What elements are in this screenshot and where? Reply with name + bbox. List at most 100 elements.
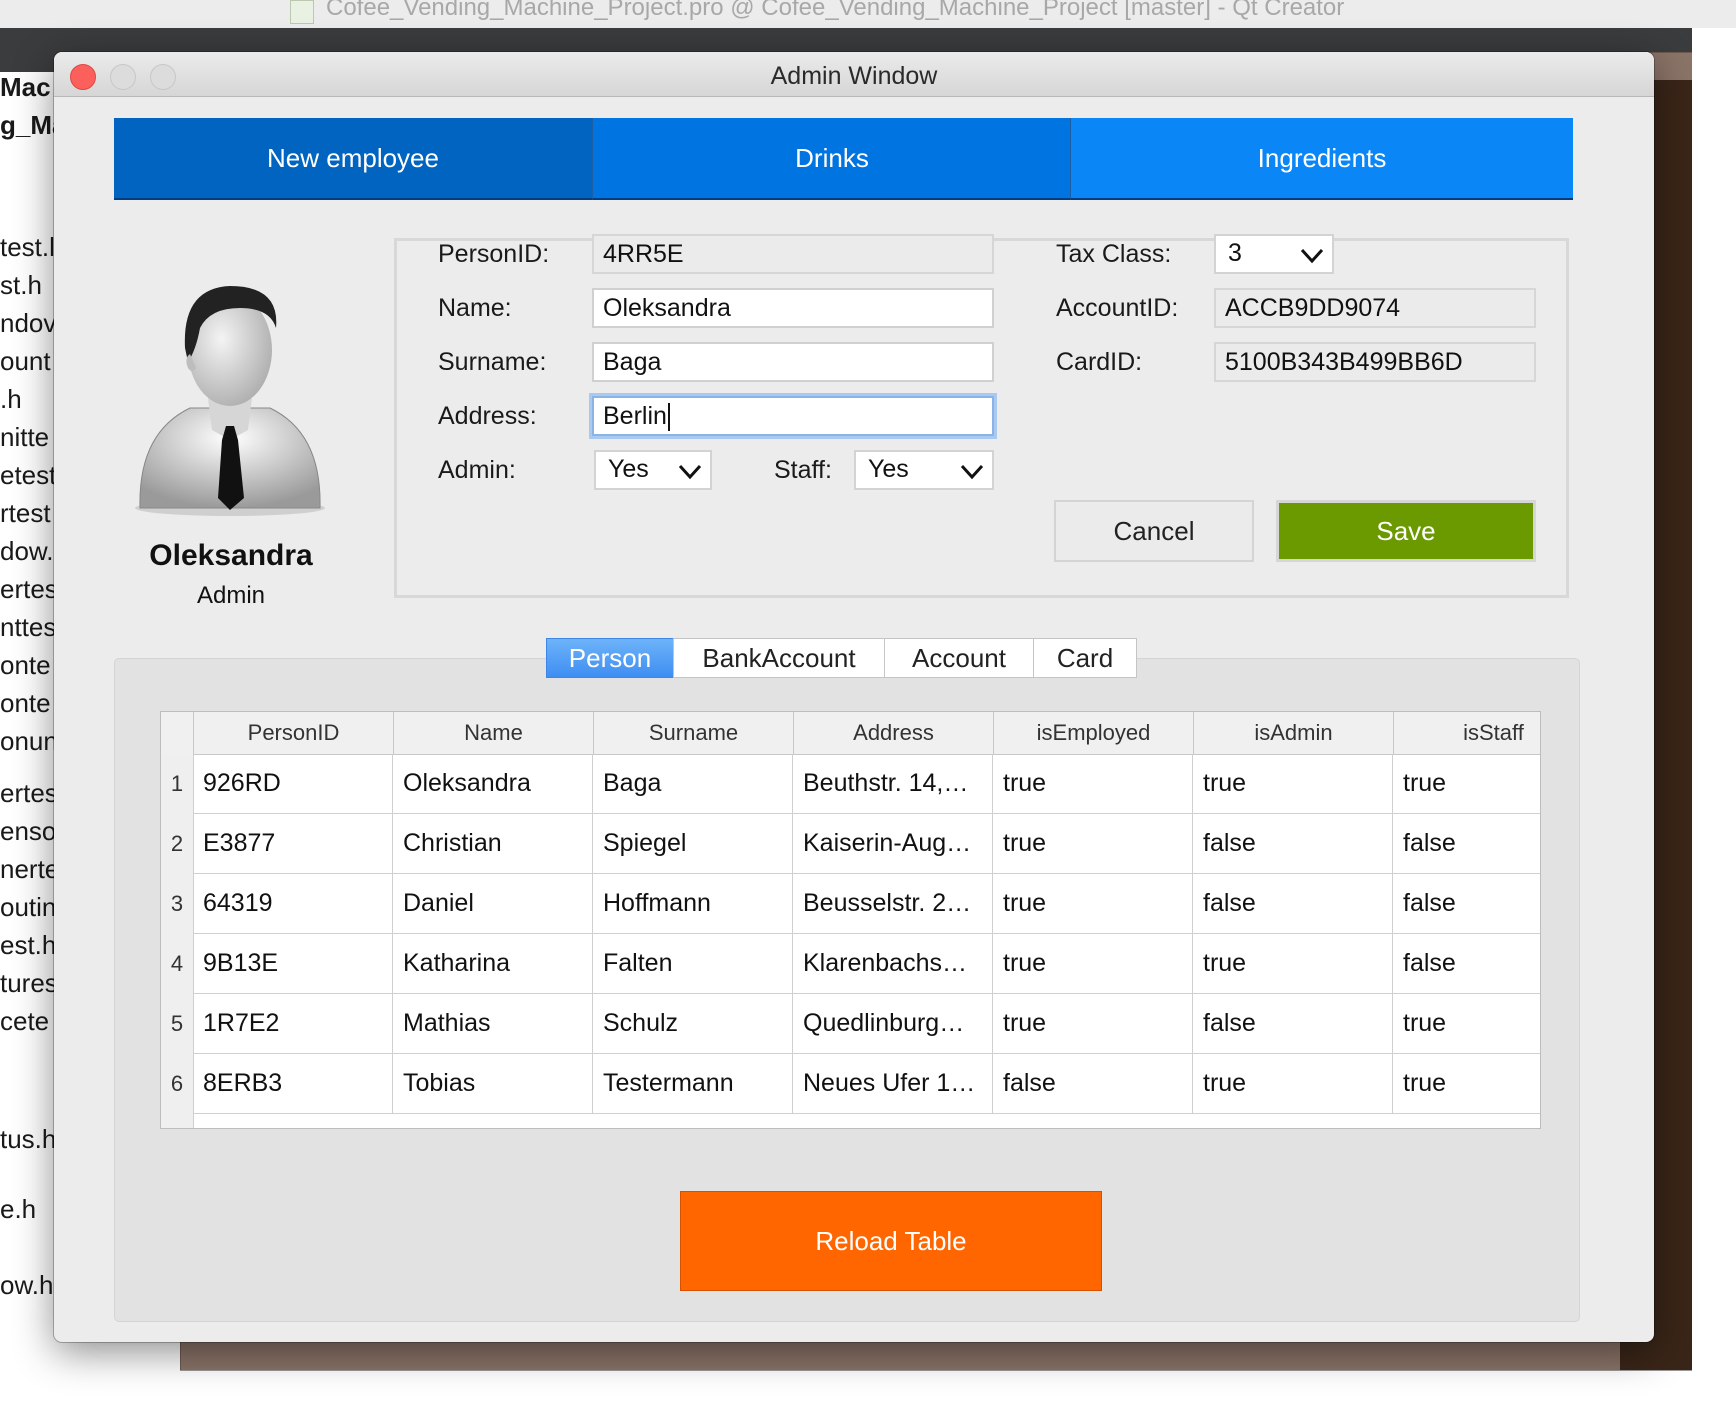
project-file-item[interactable]: est.h: [0, 930, 54, 961]
project-file-item[interactable]: cete: [0, 1006, 49, 1037]
project-file-item[interactable]: onun: [0, 726, 54, 757]
cell-surname[interactable]: Hoffmann: [593, 874, 793, 933]
cell-address[interactable]: Neues Ufer 1…: [793, 1054, 993, 1113]
nav-drinks-button[interactable]: Drinks: [592, 118, 1071, 200]
cell-is-employed[interactable]: true: [993, 994, 1193, 1053]
column-header-is-admin[interactable]: isAdmin: [1193, 712, 1393, 754]
cell-is-admin[interactable]: true: [1193, 754, 1393, 813]
project-file-item[interactable]: nttes: [0, 612, 54, 643]
project-file-item[interactable]: g_Ma: [0, 110, 54, 141]
project-file-item[interactable]: tus.h: [0, 1124, 54, 1155]
row-number[interactable]: 1: [161, 754, 193, 814]
cell-is-staff[interactable]: true: [1393, 994, 1540, 1053]
project-file-item[interactable]: onte: [0, 650, 51, 681]
cell-address[interactable]: Quedlinburg…: [793, 994, 993, 1053]
nav-new-employee-button[interactable]: New employee: [114, 118, 592, 200]
row-number[interactable]: 2: [161, 814, 193, 874]
project-file-item[interactable]: tures: [0, 968, 54, 999]
tax-class-select[interactable]: 3: [1214, 234, 1334, 274]
cell-person-id[interactable]: 926RD: [193, 754, 393, 813]
project-file-item[interactable]: dow.: [0, 536, 54, 567]
cell-address[interactable]: Beusselstr. 2…: [793, 874, 993, 933]
table-row[interactable]: 9B13E Katharina Falten Klarenbachs… true true…: [193, 934, 1540, 994]
cell-is-admin[interactable]: false: [1193, 874, 1393, 933]
project-file-item[interactable]: ount: [0, 346, 51, 377]
address-field[interactable]: Berlin: [592, 396, 994, 436]
tab-account[interactable]: Account: [884, 638, 1034, 678]
table-row[interactable]: 64319 Daniel Hoffmann Beusselstr. 2… true fal…: [193, 874, 1540, 934]
project-file-item[interactable]: st.h: [0, 270, 42, 301]
column-header-is-staff[interactable]: isStaff: [1393, 712, 1540, 754]
cell-name[interactable]: Katharina: [393, 934, 593, 993]
table-row[interactable]: E3877 Christian Spiegel Kaiserin-Aug… true fa…: [193, 814, 1540, 874]
column-header-name[interactable]: Name: [393, 712, 593, 754]
cell-is-staff[interactable]: true: [1393, 754, 1540, 813]
project-file-item[interactable]: ow.h: [0, 1270, 54, 1301]
cell-address[interactable]: Kaiserin-Aug…: [793, 814, 993, 873]
cell-is-admin[interactable]: true: [1193, 1054, 1393, 1113]
project-file-item[interactable]: enso: [0, 816, 54, 847]
surname-field[interactable]: Baga: [592, 342, 994, 382]
cell-surname[interactable]: Schulz: [593, 994, 793, 1053]
project-file-item[interactable]: ertes: [0, 574, 54, 605]
column-header-address[interactable]: Address: [793, 712, 993, 754]
cell-person-id[interactable]: 9B13E: [193, 934, 393, 993]
cell-is-staff[interactable]: false: [1393, 814, 1540, 873]
cell-is-employed[interactable]: false: [993, 1054, 1193, 1113]
save-button[interactable]: Save: [1276, 500, 1536, 562]
cell-person-id[interactable]: 1R7E2: [193, 994, 393, 1053]
column-header-surname[interactable]: Surname: [593, 712, 793, 754]
cell-is-employed[interactable]: true: [993, 934, 1193, 993]
cell-name[interactable]: Tobias: [393, 1054, 593, 1113]
tab-bank-account[interactable]: BankAccount: [673, 638, 885, 678]
cell-person-id[interactable]: 8ERB3: [193, 1054, 393, 1113]
project-file-item[interactable]: ndov: [0, 308, 54, 339]
staff-select[interactable]: Yes: [854, 450, 994, 490]
project-file-item[interactable]: e.h: [0, 1194, 36, 1225]
cell-name[interactable]: Oleksandra: [393, 754, 593, 813]
project-file-item[interactable]: nitte: [0, 422, 49, 453]
column-header-is-employed[interactable]: isEmployed: [993, 712, 1193, 754]
cell-is-admin[interactable]: true: [1193, 934, 1393, 993]
row-number[interactable]: 3: [161, 874, 193, 934]
cell-is-admin[interactable]: false: [1193, 814, 1393, 873]
project-file-item[interactable]: nerte: [0, 854, 54, 885]
column-header-person-id[interactable]: PersonID: [193, 712, 393, 754]
tab-card[interactable]: Card: [1033, 638, 1137, 678]
cell-address[interactable]: Beuthstr. 14,…: [793, 754, 993, 813]
cell-is-admin[interactable]: false: [1193, 994, 1393, 1053]
project-file-item[interactable]: .h: [0, 384, 22, 415]
cell-surname[interactable]: Spiegel: [593, 814, 793, 873]
cell-person-id[interactable]: E3877: [193, 814, 393, 873]
table-row[interactable]: 926RD Oleksandra Baga Beuthstr. 14,… true tru…: [193, 754, 1540, 814]
project-file-item[interactable]: rtest: [0, 498, 51, 529]
project-file-item[interactable]: test.l: [0, 232, 54, 263]
cell-surname[interactable]: Baga: [593, 754, 793, 813]
cell-name[interactable]: Daniel: [393, 874, 593, 933]
cancel-button[interactable]: Cancel: [1054, 500, 1254, 562]
row-number[interactable]: 5: [161, 994, 193, 1054]
cell-is-staff[interactable]: false: [1393, 874, 1540, 933]
cell-surname[interactable]: Testermann: [593, 1054, 793, 1113]
table-row[interactable]: 1R7E2 Mathias Schulz Quedlinburg… true false t…: [193, 994, 1540, 1054]
cell-is-employed[interactable]: true: [993, 814, 1193, 873]
name-field[interactable]: Oleksandra: [592, 288, 994, 328]
cell-name[interactable]: Christian: [393, 814, 593, 873]
project-file-item[interactable]: Mac: [0, 72, 51, 103]
reload-table-button[interactable]: Reload Table: [680, 1191, 1102, 1291]
cell-surname[interactable]: Falten: [593, 934, 793, 993]
cell-is-employed[interactable]: true: [993, 754, 1193, 813]
project-file-item[interactable]: outin: [0, 892, 54, 923]
cell-is-employed[interactable]: true: [993, 874, 1193, 933]
table-row[interactable]: 8ERB3 Tobias Testermann Neues Ufer 1… false t…: [193, 1054, 1540, 1114]
cell-person-id[interactable]: 64319: [193, 874, 393, 933]
cell-is-staff[interactable]: true: [1393, 1054, 1540, 1113]
cell-is-staff[interactable]: false: [1393, 934, 1540, 993]
cell-address[interactable]: Klarenbachs…: [793, 934, 993, 993]
person-table[interactable]: PersonID Name Surname Address isEmployed…: [160, 711, 1541, 1129]
project-file-item[interactable]: etest: [0, 460, 54, 491]
admin-select[interactable]: Yes: [594, 450, 712, 490]
row-number[interactable]: 6: [161, 1054, 193, 1114]
project-file-item[interactable]: ertes: [0, 778, 54, 809]
cell-name[interactable]: Mathias: [393, 994, 593, 1053]
